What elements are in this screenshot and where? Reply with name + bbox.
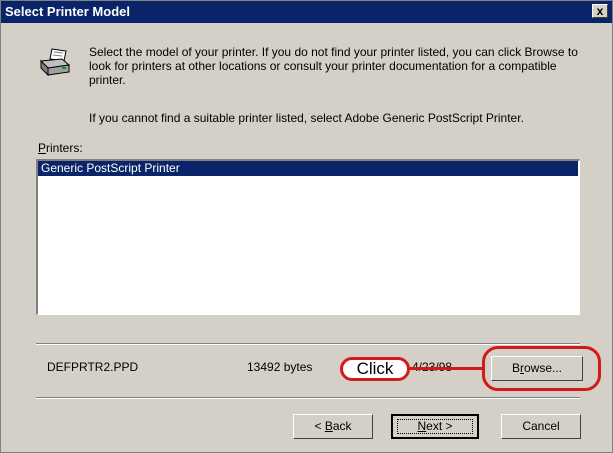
- printers-label: Printers:: [38, 141, 83, 155]
- secondary-text: If you cannot find a suitable printer li…: [89, 111, 524, 125]
- focus-rectangle: [397, 419, 473, 434]
- intro-text: Select the model of your printer. If you…: [89, 45, 578, 87]
- separator: [36, 343, 580, 345]
- close-icon: x: [596, 4, 604, 18]
- callout-connector: [408, 367, 484, 370]
- cancel-button[interactable]: Cancel: [501, 414, 581, 439]
- title-bar: Select Printer Model x: [1, 1, 612, 23]
- ppd-file-name: DEFPRTR2.PPD: [47, 360, 139, 374]
- click-callout: Click: [340, 357, 410, 381]
- dialog-title: Select Printer Model: [5, 4, 130, 19]
- printer-list[interactable]: Generic PostScript Printer: [36, 159, 580, 315]
- close-button[interactable]: x: [592, 4, 608, 18]
- next-button[interactable]: Next >: [391, 414, 479, 439]
- callout-highlight-ring: [482, 346, 601, 391]
- separator: [36, 397, 580, 399]
- select-printer-model-dialog: Select Printer Model x Select the model …: [0, 0, 613, 453]
- back-button[interactable]: < Back: [293, 414, 373, 439]
- ppd-file-size: 13492 bytes: [247, 360, 313, 374]
- printer-list-item[interactable]: Generic PostScript Printer: [38, 161, 578, 176]
- printer-icon: [38, 47, 72, 79]
